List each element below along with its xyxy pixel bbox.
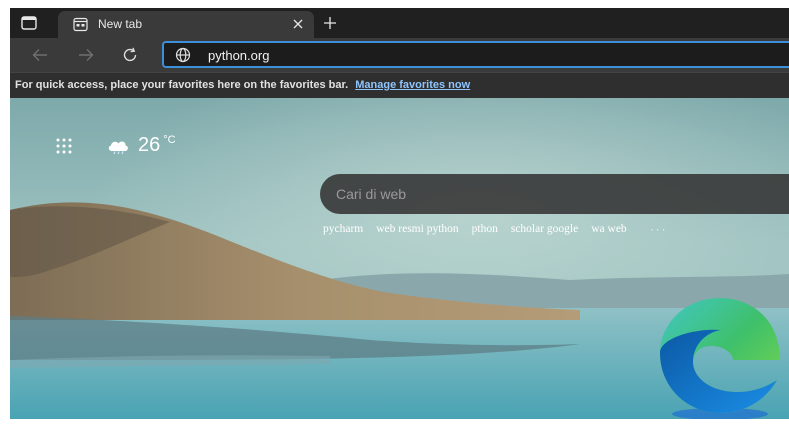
weather-widget[interactable]: 26 °C: [106, 134, 176, 157]
plus-icon: [324, 17, 336, 29]
new-tab-button[interactable]: [320, 13, 340, 33]
weather-temperature: 26: [138, 134, 161, 156]
quick-link[interactable]: wa web: [591, 223, 626, 235]
quick-links: pycharm web resmi python pthon scholar g…: [323, 222, 668, 236]
back-button[interactable]: [30, 45, 50, 65]
tab-title: New tab: [98, 17, 143, 31]
favorites-hint: For quick access, place your favorites h…: [15, 79, 349, 91]
quick-link[interactable]: pycharm: [323, 223, 363, 235]
toolbar: [10, 38, 789, 72]
favorites-bar-message: For quick access, place your favorites h…: [15, 79, 470, 91]
apps-launcher-button[interactable]: [54, 136, 74, 156]
more-options-button[interactable]: ···: [650, 222, 668, 236]
back-arrow-icon: [32, 49, 47, 61]
forward-button[interactable]: [76, 45, 96, 65]
tab-strip: New tab: [10, 8, 789, 38]
tab-new-tab[interactable]: New tab: [58, 11, 314, 38]
tab-actions-icon: [21, 16, 37, 30]
quick-link[interactable]: scholar google: [511, 223, 578, 235]
forward-arrow-icon: [79, 49, 94, 61]
web-search-input[interactable]: [336, 185, 736, 203]
browser-window: New tab python.org For quick access, pla…: [10, 8, 789, 419]
refresh-button[interactable]: [120, 45, 140, 65]
close-icon: [293, 19, 303, 29]
refresh-icon: [123, 47, 137, 62]
favorites-bar: For quick access, place your favorites h…: [10, 72, 789, 99]
new-tab-page-icon: [73, 17, 88, 32]
grid-dots-icon: [56, 138, 72, 154]
tab-close-button[interactable]: [290, 16, 306, 32]
edge-logo: [660, 298, 780, 413]
weather-unit: °C: [163, 133, 176, 146]
address-bar[interactable]: [162, 41, 789, 68]
cloud-icon: [108, 141, 128, 154]
tab-actions-button[interactable]: [18, 13, 40, 33]
address-input[interactable]: [208, 46, 688, 64]
manage-favorites-link[interactable]: Manage favorites now: [355, 79, 470, 91]
web-search-box[interactable]: [320, 174, 789, 214]
new-tab-page: 26 °C pycharm web resmi python pthon sch…: [10, 98, 789, 419]
quick-link[interactable]: web resmi python: [376, 223, 458, 235]
quick-link[interactable]: pthon: [472, 223, 498, 235]
globe-icon: [175, 47, 191, 63]
